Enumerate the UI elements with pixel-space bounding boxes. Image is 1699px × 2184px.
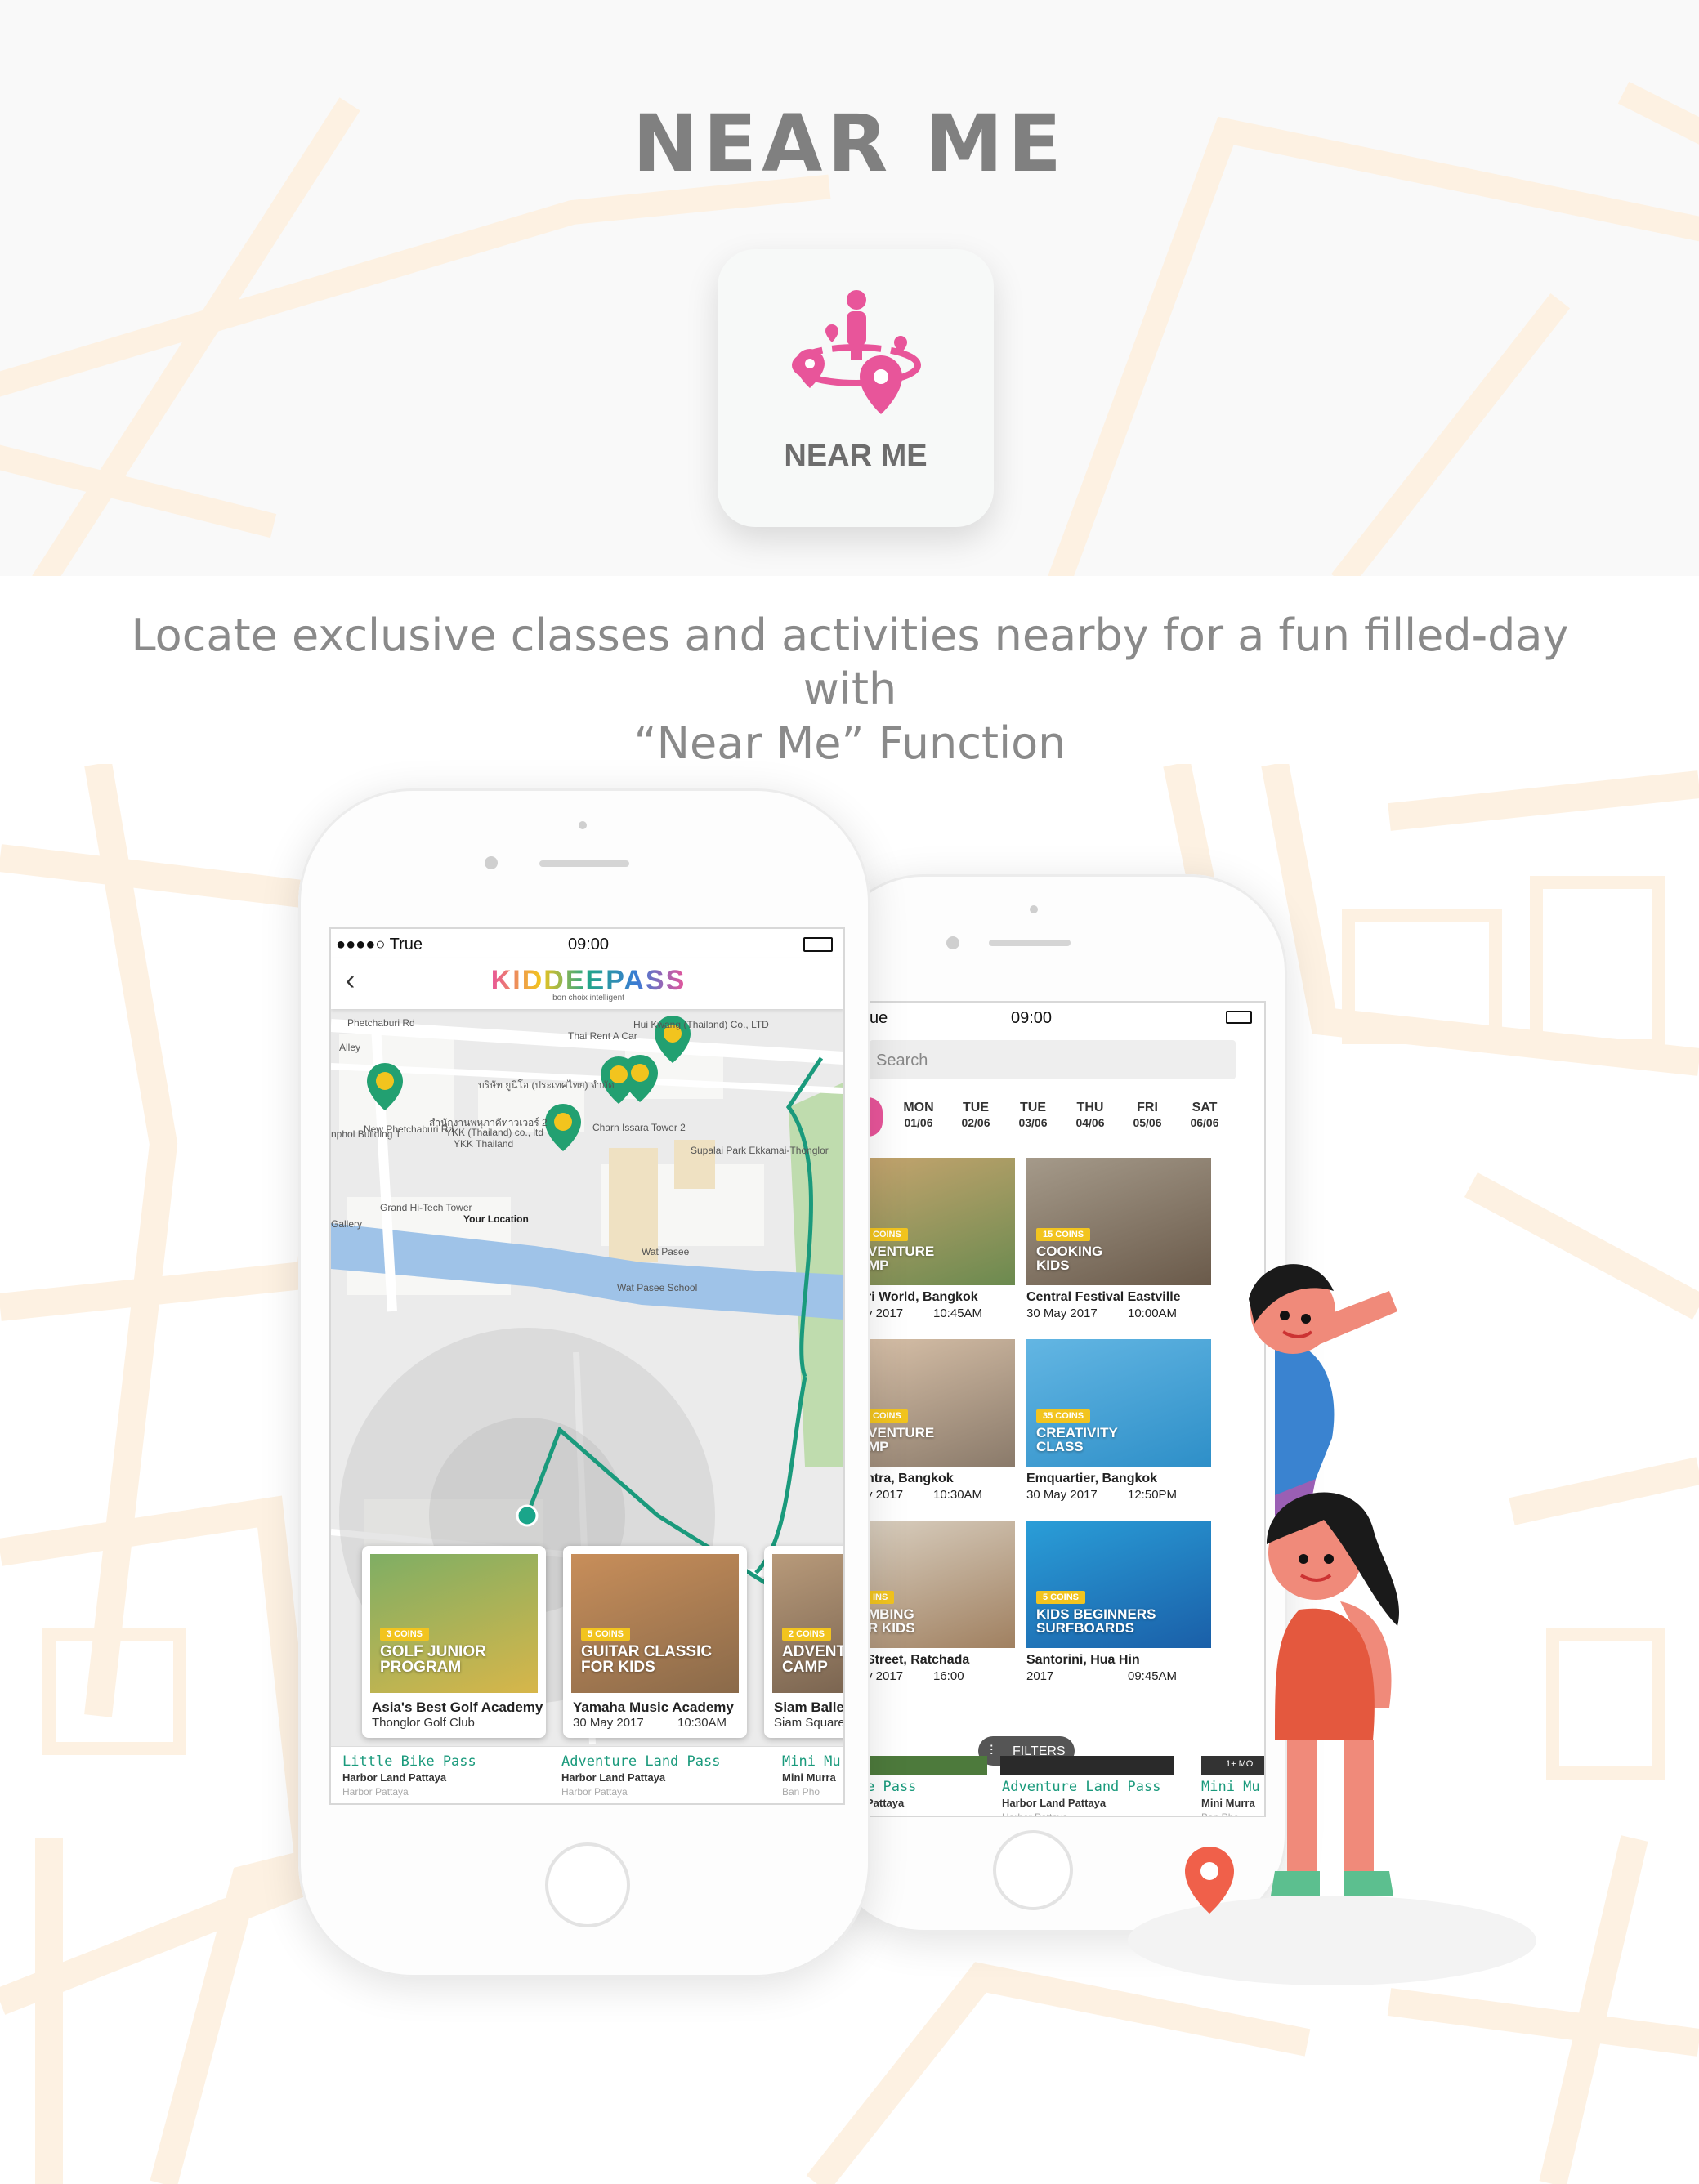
tile-date: y 2017 xyxy=(866,1488,904,1502)
tile-title: VENTURE MP xyxy=(868,1244,934,1272)
tile-location: ri World, Bangkok xyxy=(866,1290,978,1304)
tile-title-line-2: MP xyxy=(868,1257,889,1273)
tile-title-line-2: CLASS xyxy=(1036,1439,1084,1454)
tile-title: VENTURE MP xyxy=(868,1426,934,1454)
description-line-2: “Near Me” Function xyxy=(633,717,1066,769)
pass-venue: Harbor Land Pattaya xyxy=(342,1771,447,1784)
coin-badge: 5 COINS xyxy=(581,1628,631,1641)
kiddeepass-logo: KIDDEEPASS bon choix intelligent xyxy=(486,965,691,1003)
tile-title-line-2: KIDS xyxy=(1036,1257,1070,1273)
coin-badge: 2 COINS xyxy=(782,1628,832,1641)
activity-card[interactable]: 2 COINS ADVENTUCAMP Siam BalletSiam Square xyxy=(764,1546,845,1738)
pass-venue: Harbor Land Pattaya xyxy=(561,1771,666,1784)
tile-title-line-1: VENTURE xyxy=(868,1244,935,1259)
pass-venue: Harbor Land Pattaya xyxy=(1002,1797,1107,1809)
front-camera xyxy=(485,856,498,869)
card-title-line-2: PROGRAM xyxy=(380,1659,462,1676)
pass-strip: Little Bike Pass Harbor Land Pattaya Harbo… xyxy=(331,1746,843,1803)
coin-badge: 35 COINS xyxy=(1036,1409,1091,1423)
tile-title-line-2: MP xyxy=(868,1439,889,1454)
chevron-left-icon[interactable]: ‹ xyxy=(346,965,355,997)
walking-girl xyxy=(1267,1492,1400,1896)
tile-date: y 2017 xyxy=(866,1669,904,1683)
card-time: 10:30AM xyxy=(677,1716,727,1730)
activity-card[interactable]: 5 COINS GUITAR CLASSIC FOR KIDS Yamaha Musi… xyxy=(563,1546,747,1738)
activity-tile[interactable]: COINS VENTURE MP ntra, Bangkok y 2017 10:30AM xyxy=(866,1339,1046,1507)
card-title-line-1: GOLF JUNIOR xyxy=(380,1643,486,1660)
coin-badge: COINS xyxy=(866,1228,908,1241)
card-subtitle: Thonglor Golf Club xyxy=(372,1716,475,1730)
tile-title: COOKING KIDS xyxy=(1036,1244,1102,1272)
tile-date: 2017 xyxy=(1026,1669,1054,1683)
tile-time: 10:45AM xyxy=(933,1306,983,1320)
page-title: NEAR ME xyxy=(633,98,1066,190)
tile-title-line-1: COOKING xyxy=(1036,1244,1103,1259)
card-subtitle: Siam Square xyxy=(774,1716,845,1730)
description-line-1: Locate exclusive classes and activities … xyxy=(131,610,1569,715)
pass-area: Harbor Pattaya xyxy=(1002,1811,1068,1817)
card-title-line-2: CAMP xyxy=(782,1659,828,1676)
pass-name: Adventure Land Pass xyxy=(561,1753,721,1770)
coin-badge: COINS xyxy=(866,1409,908,1423)
activity-carousel[interactable]: 3 COINS GOLF JUNIOR PROGRAM Asia's Best Gol… xyxy=(331,929,843,1803)
sensor xyxy=(579,821,587,829)
near-me-location-icon xyxy=(792,290,921,414)
speaker xyxy=(539,860,629,867)
tile-title: CREATIVITY CLASS xyxy=(1036,1426,1118,1454)
front-camera xyxy=(946,936,959,949)
tile-date: y 2017 xyxy=(866,1306,904,1320)
home-button[interactable] xyxy=(993,1830,1073,1910)
feature-label: NEAR ME xyxy=(784,439,928,473)
card-venue: Yamaha Music Academy xyxy=(573,1699,734,1715)
pass-area: Harbor Pattaya xyxy=(342,1786,409,1798)
card-venue: Asia's Best Golf Academy xyxy=(372,1699,543,1715)
pass-area: Harbor Pattaya xyxy=(561,1786,628,1798)
pass-area: Ban Pho xyxy=(782,1786,820,1798)
coin-badge: INS xyxy=(866,1591,895,1604)
sensor xyxy=(1030,905,1038,913)
tile-location: ntra, Bangkok xyxy=(866,1472,954,1485)
speaker xyxy=(989,940,1071,946)
card-venue: Siam Ballet xyxy=(774,1699,845,1715)
tile-time: 16:00 xyxy=(933,1669,964,1683)
pass-thumb xyxy=(866,1756,987,1775)
kids-illustration xyxy=(1128,1264,1536,1985)
card-title: GOLF JUNIOR PROGRAM xyxy=(380,1644,486,1675)
card-title-line-1: ADVENTU xyxy=(782,1643,845,1660)
home-button[interactable] xyxy=(545,1842,630,1927)
activity-tile[interactable]: INS MBING R KIDS Street, Ratchada y 2017 16:0… xyxy=(866,1521,1046,1688)
coin-badge: 5 COINS xyxy=(1036,1591,1086,1604)
pass-name: e Pass xyxy=(866,1779,917,1795)
tile-date: 30 May 2017 xyxy=(1026,1306,1098,1320)
card-title: ADVENTUCAMP xyxy=(782,1643,845,1676)
coin-badge: 15 COINS xyxy=(1036,1228,1091,1241)
near-me-feature-card: NEAR ME xyxy=(718,249,994,527)
card-title-line-1: GUITAR CLASSIC xyxy=(581,1643,713,1660)
activity-tile[interactable]: COINS VENTURE MP ri World, Bangkok y 2017 10:… xyxy=(866,1158,1046,1325)
pass-venue: Pattaya xyxy=(866,1797,905,1809)
phone-map-mockup: ●●●●○ True 09:00 ‹ KIDDEEPASS bon choix … xyxy=(298,788,870,1977)
logo-text: KIDDEEPASS xyxy=(490,965,686,996)
tile-time: 10:30AM xyxy=(933,1488,983,1502)
tile-title-line-2: R KIDS xyxy=(868,1620,915,1636)
pass-name: Mini Mu xyxy=(782,1753,841,1770)
pass-name: Little Bike Pass xyxy=(342,1753,476,1770)
feature-description: Locate exclusive classes and activities … xyxy=(98,609,1602,770)
sliders-icon: ⫶ xyxy=(990,1743,994,1758)
tile-date: 30 May 2017 xyxy=(1026,1488,1098,1502)
coin-badge: 3 COINS xyxy=(380,1628,430,1641)
tile-title-line-1: VENTURE xyxy=(868,1425,935,1440)
activity-card[interactable]: 3 COINS GOLF JUNIOR PROGRAM Asia's Best Gol… xyxy=(362,1546,546,1738)
tile-title-line-1: MBING xyxy=(868,1606,914,1622)
card-date: 30 May 2017 xyxy=(573,1716,644,1730)
card-title-line-2: FOR KIDS xyxy=(581,1659,655,1676)
pass-venue: Mini Murra xyxy=(782,1771,836,1784)
tile-location: Street, Ratchada xyxy=(866,1653,970,1667)
map-screen: ●●●●○ True 09:00 ‹ KIDDEEPASS bon choix … xyxy=(329,927,845,1805)
nav-bar: ‹ KIDDEEPASS bon choix intelligent xyxy=(331,958,843,1009)
tile-title-line-1: CREATIVITY xyxy=(1036,1425,1118,1440)
tile-title: MBING R KIDS xyxy=(868,1607,915,1635)
card-title: GUITAR CLASSIC FOR KIDS xyxy=(581,1644,712,1675)
